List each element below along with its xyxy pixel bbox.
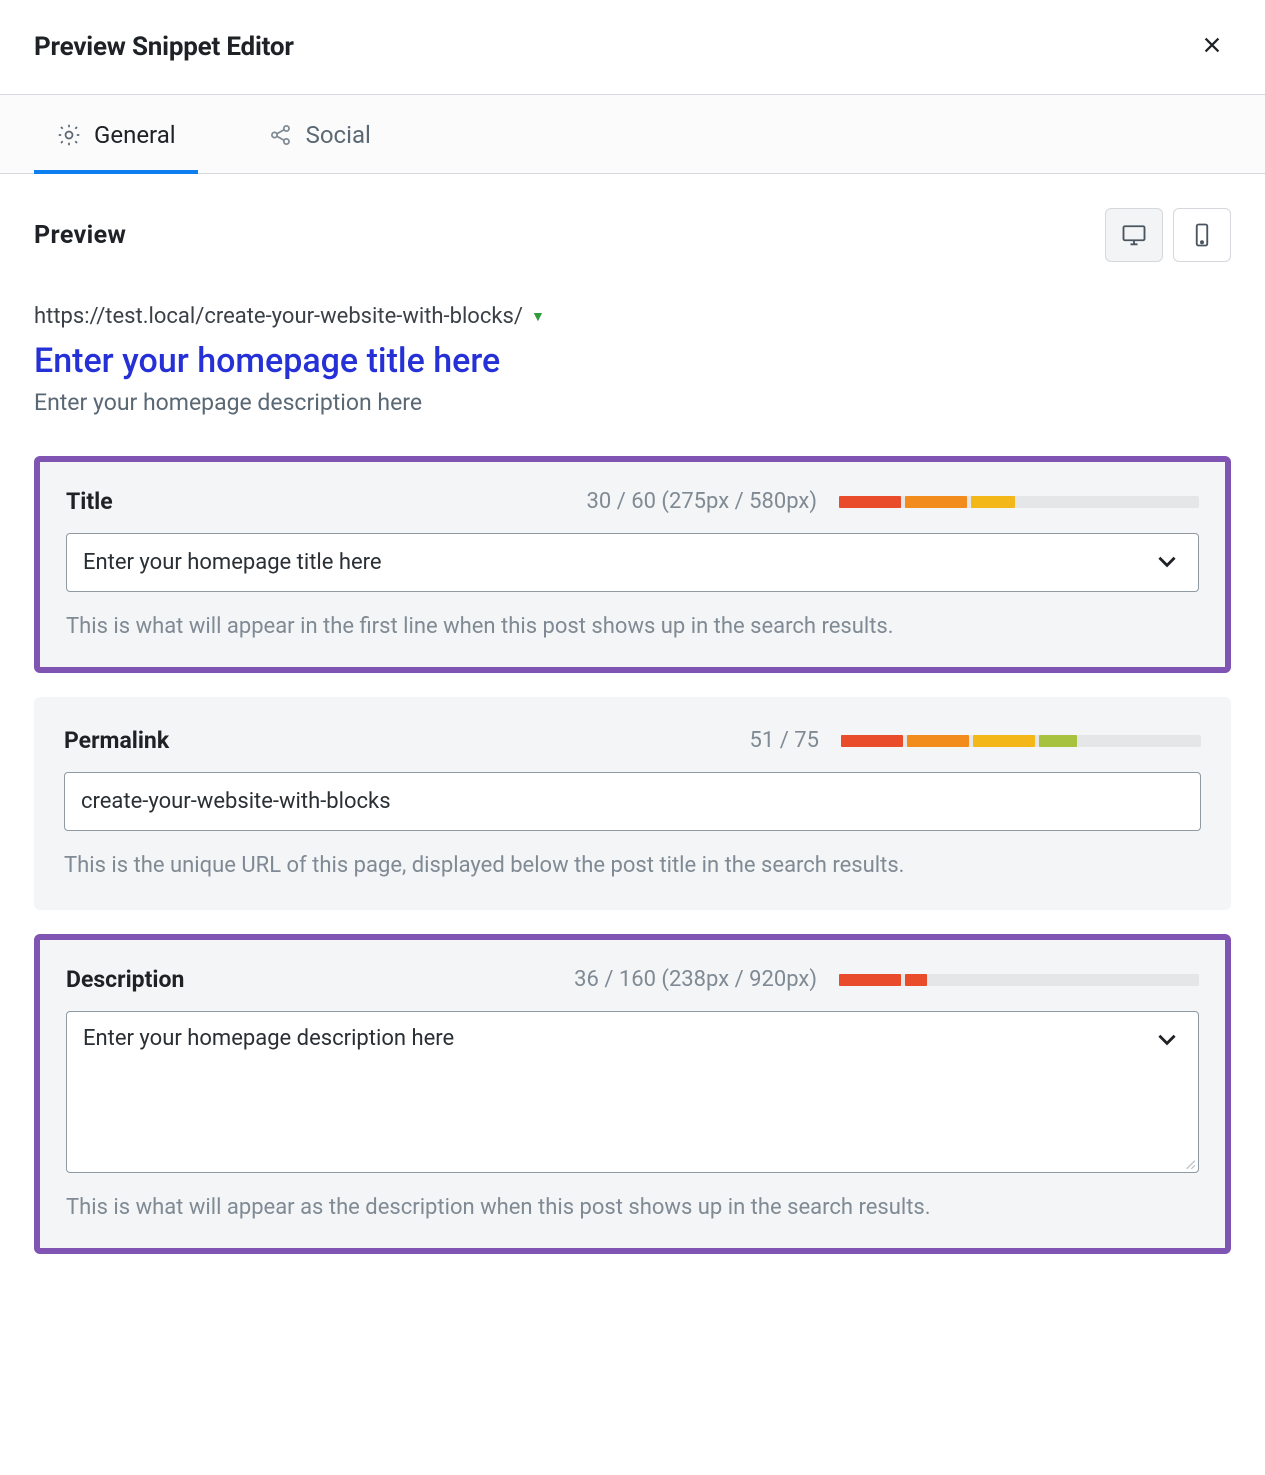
title-counter: 30 / 60 (275px / 580px) xyxy=(587,489,817,514)
tabs: General Social xyxy=(0,94,1265,174)
device-toggle xyxy=(1105,208,1231,262)
device-desktop-button[interactable] xyxy=(1105,208,1163,262)
permalink-counter: 51 / 75 xyxy=(750,728,819,753)
chevron-down-icon xyxy=(1154,548,1180,574)
description-card: Description 36 / 160 (238px / 920px) Thi… xyxy=(34,934,1231,1254)
caret-down-icon: ▼ xyxy=(531,308,545,325)
chevron-down-icon xyxy=(1154,1026,1180,1052)
permalink-meter xyxy=(841,735,1201,747)
permalink-label: Permalink xyxy=(64,727,169,754)
description-meter xyxy=(839,974,1199,986)
permalink-input[interactable] xyxy=(65,773,1200,830)
description-input-wrap xyxy=(66,1011,1199,1173)
tab-general[interactable]: General xyxy=(34,95,198,173)
modal-header: Preview Snippet Editor xyxy=(0,0,1265,94)
device-mobile-button[interactable] xyxy=(1173,208,1231,262)
description-hint: This is what will appear as the descript… xyxy=(66,1195,1199,1220)
title-card: Title 30 / 60 (275px / 580px) This is wh… xyxy=(34,456,1231,673)
tab-social-label: Social xyxy=(306,121,371,149)
permalink-input-wrap xyxy=(64,772,1201,831)
desktop-icon xyxy=(1120,221,1148,249)
close-button[interactable] xyxy=(1193,28,1231,66)
close-icon xyxy=(1201,34,1223,56)
permalink-hint: This is the unique URL of this page, dis… xyxy=(64,853,1201,878)
description-textarea[interactable] xyxy=(67,1012,1198,1172)
resize-handle-icon[interactable] xyxy=(1182,1156,1196,1170)
description-variables-toggle[interactable] xyxy=(1154,1026,1180,1056)
title-variables-toggle[interactable] xyxy=(1154,548,1180,578)
modal-title: Preview Snippet Editor xyxy=(34,32,294,62)
serp-description: Enter your homepage description here xyxy=(34,389,1231,416)
permalink-card: Permalink 51 / 75 This is the unique URL… xyxy=(34,697,1231,910)
description-label: Description xyxy=(66,966,184,993)
snippet-editor-modal: Preview Snippet Editor General Social Pr… xyxy=(0,0,1265,1312)
share-icon xyxy=(268,122,294,148)
serp-url-row[interactable]: https://test.local/create-your-website-w… xyxy=(34,304,1231,329)
title-input-wrap xyxy=(66,533,1199,592)
serp-title[interactable]: Enter your homepage title here xyxy=(34,341,1231,381)
serp-preview: https://test.local/create-your-website-w… xyxy=(34,304,1231,416)
title-label: Title xyxy=(66,488,113,515)
tab-social[interactable]: Social xyxy=(246,95,393,173)
modal-body: Preview https://test.local/create-your-w… xyxy=(0,174,1265,1312)
tab-general-label: General xyxy=(94,121,176,149)
title-input[interactable] xyxy=(67,534,1198,591)
serp-url: https://test.local/create-your-website-w… xyxy=(34,304,523,329)
mobile-icon xyxy=(1188,221,1216,249)
title-meter xyxy=(839,496,1199,508)
title-hint: This is what will appear in the first li… xyxy=(66,614,1199,639)
description-counter: 36 / 160 (238px / 920px) xyxy=(574,967,817,992)
preview-heading: Preview xyxy=(34,221,126,250)
gear-icon xyxy=(56,122,82,148)
preview-header-row: Preview xyxy=(34,208,1231,262)
